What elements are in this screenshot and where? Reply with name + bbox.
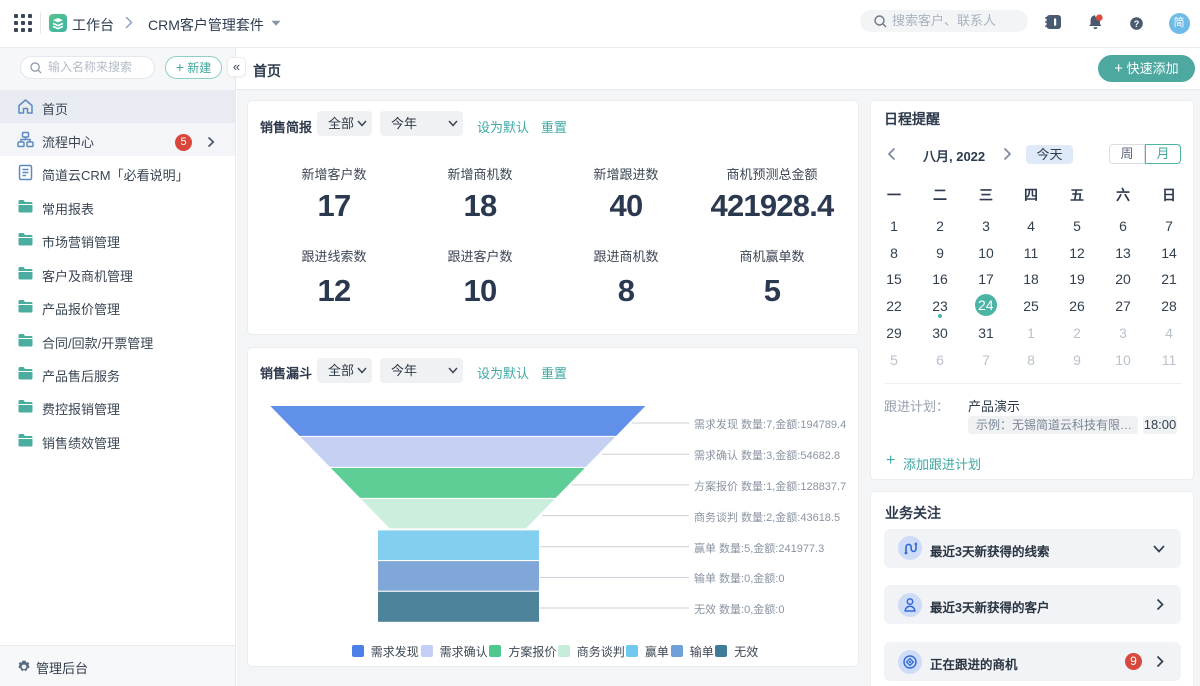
- svg-text:?: ?: [1133, 18, 1139, 28]
